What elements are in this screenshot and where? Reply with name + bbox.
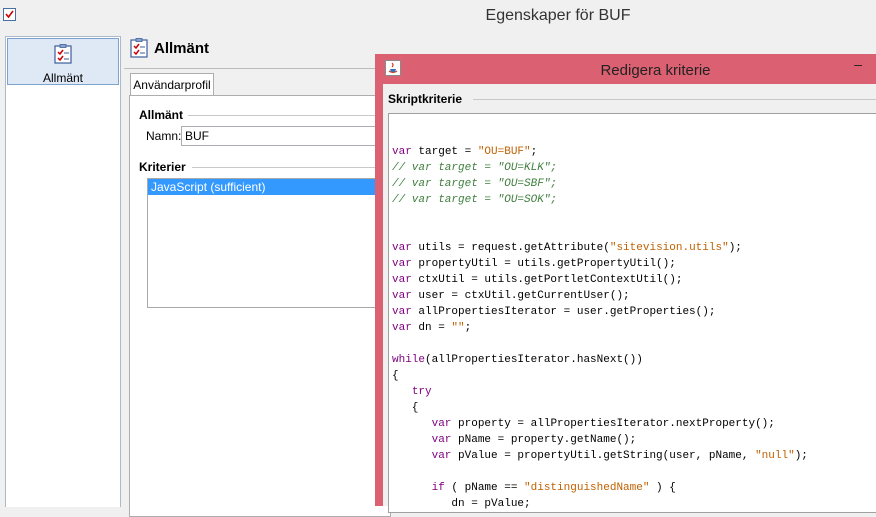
minimize-button[interactable]: –: [854, 56, 862, 72]
header-divider: [124, 68, 384, 69]
name-label: Namn:: [146, 129, 182, 143]
sidebar-item-allmant[interactable]: Allmänt: [7, 38, 119, 85]
edit-criterion-dialog: Redigera kriterie – Skriptkriterie var t…: [375, 54, 876, 513]
checklist-icon: [130, 38, 148, 58]
section-divider: [192, 167, 388, 168]
section-divider: [188, 115, 388, 116]
list-item[interactable]: JavaScript (sufficient): [148, 179, 390, 195]
script-editor[interactable]: var target = "OU=BUF"; // var target = "…: [388, 113, 876, 513]
section-title-script: Skriptkriterie: [388, 92, 463, 106]
section-divider: [473, 99, 876, 100]
page-title: Allmänt: [154, 40, 210, 57]
checklist-icon: [54, 44, 72, 64]
section-title-general: Allmänt: [139, 108, 184, 122]
dialog-body: Skriptkriterie var target = "OU=BUF"; //…: [383, 84, 876, 513]
window-titlebar: Egenskaper för BUF: [0, 0, 876, 34]
section-title-criteria: Kriterier: [139, 160, 186, 174]
tab-anvandarprofil[interactable]: Användarprofil: [130, 73, 214, 96]
dialog-title: Redigera kriterie: [600, 62, 711, 79]
sidebar: Allmänt: [5, 36, 121, 507]
window-title: Egenskaper för BUF: [485, 7, 631, 24]
code-text[interactable]: var target = "OU=BUF"; // var target = "…: [392, 128, 808, 512]
tab-panel: Allmänt Namn: Kriterier JavaScript (suff…: [129, 95, 391, 517]
sidebar-item-label: Allmänt: [42, 71, 83, 85]
name-field[interactable]: [181, 126, 391, 146]
criteria-list[interactable]: JavaScript (sufficient): [147, 178, 391, 308]
